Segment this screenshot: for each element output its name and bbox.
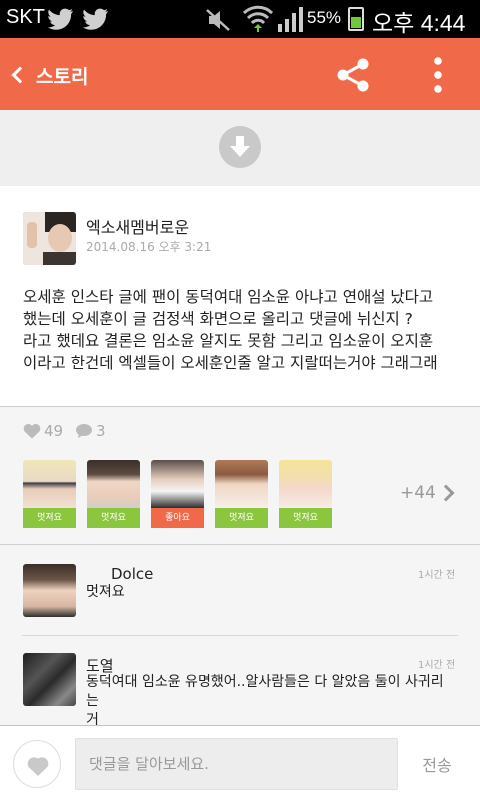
comment-time: 1시간 전 xyxy=(418,570,456,581)
post-card: 엑소새멤버로운 2014.08.16 오후 3:21 오세훈 인스타 글에 팬이… xyxy=(0,186,480,406)
liker-tag: 멋져요 xyxy=(87,508,140,528)
comment-list: Dolce 1시간 전 멋져요 도열 1시간 전 동덕여대 임소윤 유명했어..… xyxy=(0,545,480,728)
signal-icon xyxy=(278,7,303,32)
comment-input[interactable] xyxy=(75,738,398,790)
status-bar: SKT 55% 오후 4:44 xyxy=(0,0,480,38)
twitter-icon xyxy=(83,8,108,30)
clock: 오후 4:44 xyxy=(372,10,466,36)
post-line: 이라고 한건데 엑셀들이 오세훈인줄 알고 지랄떠는거야 그래그래 xyxy=(23,354,438,372)
comment-composer: 전송 xyxy=(0,725,480,800)
liker-photo xyxy=(87,460,140,508)
post-date: 2014.08.16 오후 3:21 xyxy=(86,240,212,254)
back-button[interactable]: 스토리 xyxy=(8,58,88,92)
liker-photo xyxy=(151,460,204,508)
comment-line: 동덕여대 임소윤 유명했어..알사람들은 다 알았음 둘이 사귀리는 xyxy=(86,674,444,709)
comment-icon xyxy=(76,424,92,438)
liker-avatar[interactable]: 좋아요 xyxy=(151,460,204,528)
liker-avatar[interactable]: 멋져요 xyxy=(215,460,268,528)
battery-icon xyxy=(348,7,364,31)
post-line: 오세훈 인스타 글에 팬이 동덕여대 임소윤 아냐고 연애설 났다고 xyxy=(23,288,434,306)
battery-percent: 55% xyxy=(307,8,342,27)
more-vertical-icon[interactable] xyxy=(428,56,448,94)
stats-section: 49 3 멋져요 멋져요 좋아요 멋져요 멋져요 +44 xyxy=(0,407,480,545)
comment-text: 동덕여대 임소윤 유명했어..알사람들은 다 알았음 둘이 사귀리는 거 xyxy=(86,673,456,730)
like-stat[interactable]: 49 xyxy=(23,422,63,440)
liker-photo xyxy=(279,460,332,508)
carrier-label: SKT xyxy=(6,6,45,28)
liker-tag: 멋져요 xyxy=(279,508,332,528)
author-avatar[interactable] xyxy=(23,212,76,265)
download-icon[interactable] xyxy=(219,126,261,168)
liker-photo xyxy=(23,460,76,508)
comment-time: 1시간 전 xyxy=(418,660,456,671)
liker-avatar[interactable]: 멋져요 xyxy=(87,460,140,528)
post-author[interactable]: 엑소새멤버로운 xyxy=(86,214,189,238)
liker-photo xyxy=(215,460,268,508)
mute-icon xyxy=(206,9,230,31)
liker-avatar[interactable]: 멋져요 xyxy=(279,460,332,528)
commenter-name[interactable]: Dolce xyxy=(111,565,153,583)
more-likers-count[interactable]: +44 xyxy=(400,483,436,503)
heart-icon xyxy=(27,757,49,776)
back-icon xyxy=(11,66,29,84)
header-title: 스토리 xyxy=(36,65,89,88)
liker-tag: 멋져요 xyxy=(215,508,268,528)
avatar-image xyxy=(23,212,76,265)
liker-avatar[interactable]: 멋져요 xyxy=(23,460,76,528)
chevron-right-icon[interactable] xyxy=(437,484,455,502)
twitter-icon xyxy=(48,8,73,30)
comment-count: 3 xyxy=(96,422,106,440)
wifi-icon xyxy=(243,5,273,32)
like-button[interactable] xyxy=(13,740,61,788)
commenter-avatar[interactable] xyxy=(23,653,76,706)
app-header: 스토리 xyxy=(0,38,480,110)
liker-tag: 멋져요 xyxy=(23,508,76,528)
heart-icon xyxy=(23,423,41,439)
comment-stat[interactable]: 3 xyxy=(75,422,106,440)
post-line: 했는데 오세훈이 글 검정색 화면으로 올리고 댓글에 뉘신지 ? xyxy=(23,310,413,328)
liker-tag: 좋아요 xyxy=(151,508,204,528)
like-count: 49 xyxy=(44,422,64,440)
download-area xyxy=(0,110,480,186)
commenter-avatar[interactable] xyxy=(23,564,76,617)
comment-divider xyxy=(22,635,458,636)
post-line: 라고 했데요 결론은 임소윤 알지도 못함 그리고 임소윤이 오지훈 xyxy=(23,332,434,350)
share-icon[interactable] xyxy=(334,56,372,94)
post-body: 오세훈 인스타 글에 팬이 동덕여대 임소윤 아냐고 연애설 났다고 했는데 오… xyxy=(23,286,463,374)
comment-text: 멋져요 xyxy=(86,584,125,600)
send-button[interactable]: 전송 xyxy=(404,740,470,788)
